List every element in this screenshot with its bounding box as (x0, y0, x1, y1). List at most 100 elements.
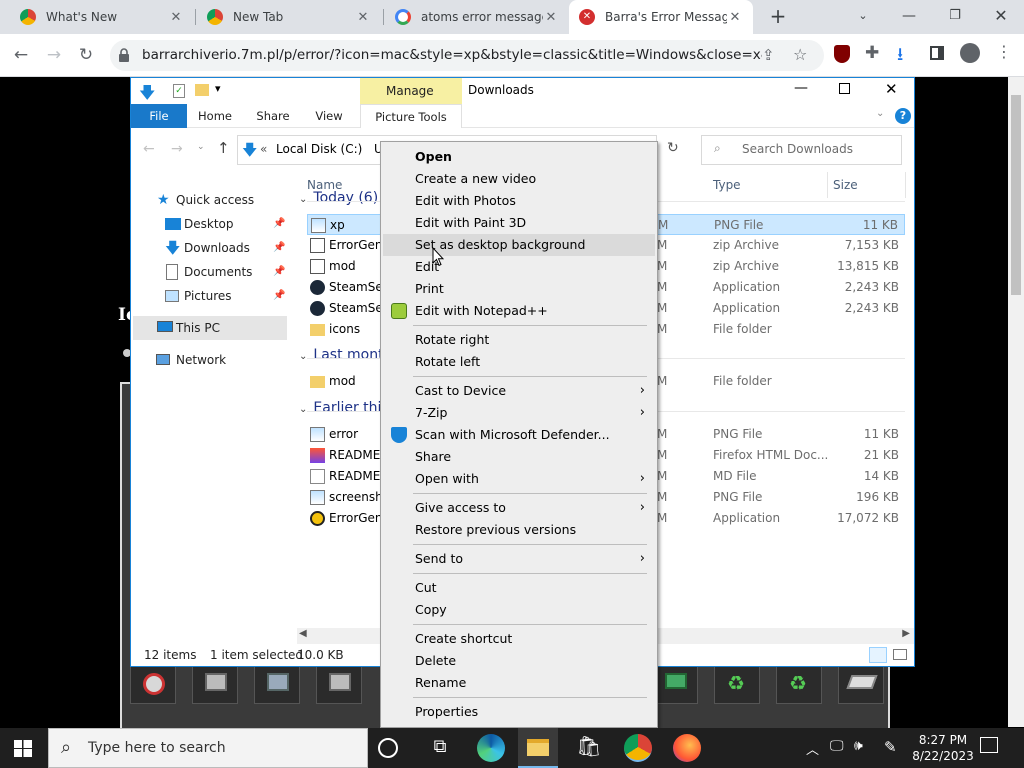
properties-icon[interactable]: ✓ (173, 84, 185, 98)
recycle-icon[interactable]: ♻ (714, 664, 760, 704)
chrome-icon[interactable] (624, 734, 652, 762)
back-button[interactable]: ← (9, 43, 33, 67)
page-scrollbar[interactable] (1008, 77, 1024, 727)
minimize-button[interactable]: — (886, 0, 932, 34)
nav-downloads[interactable]: 🡇 Downloads 📌 (131, 236, 289, 260)
taskbar-search-box[interactable]: ⌕ Type here to search (48, 728, 368, 768)
menu-item-create-shortcut[interactable]: Create shortcut (383, 628, 655, 650)
column-header-type[interactable]: Type (713, 178, 741, 192)
scroll-left-arrow-icon[interactable]: ◀ (299, 628, 307, 639)
menu-item-send-to[interactable]: Send to › (383, 548, 655, 570)
grid-icon[interactable] (838, 664, 884, 704)
grid-icon[interactable] (316, 664, 362, 704)
bookmark-star-icon[interactable]: ☆ (793, 45, 807, 64)
menu-item-create-a-new-video[interactable]: Create a new video (383, 168, 655, 190)
firefox-icon[interactable] (673, 734, 701, 762)
menu-item-rotate-right[interactable]: Rotate right (383, 329, 655, 351)
minimize-button[interactable]: — (794, 80, 808, 96)
close-tab-icon[interactable]: ✕ (727, 10, 743, 25)
pin-icon[interactable]: 📌 (273, 212, 285, 236)
menu-item-rotate-left[interactable]: Rotate left (383, 351, 655, 373)
close-button[interactable]: ✕ (885, 80, 898, 98)
menu-item-edit-with-photos[interactable]: Edit with Photos (383, 190, 655, 212)
path-segment-local-disk[interactable]: Local Disk (C:) (276, 142, 362, 156)
network-tray-icon[interactable]: 🖵 (830, 738, 844, 754)
grid-icon[interactable] (192, 664, 238, 704)
ribbon-tab-view[interactable]: View (307, 104, 351, 128)
collapse-chevron-icon[interactable]: ⌄ (299, 194, 307, 205)
menu-item-edit-with-paint-3d[interactable]: Edit with Paint 3D (383, 212, 655, 234)
pin-icon[interactable]: 📌 (273, 284, 285, 308)
menu-item-set-as-desktop-background[interactable]: Set as desktop background (383, 234, 655, 256)
help-icon[interactable]: ? (895, 108, 911, 124)
menu-item-edit-with-notepad[interactable]: Edit with Notepad++ (383, 300, 655, 322)
nav-quick-access[interactable]: ★ Quick access (131, 188, 289, 212)
path-overflow[interactable]: « (260, 142, 267, 156)
cortana-icon[interactable] (378, 738, 398, 758)
pin-icon[interactable]: 📌 (273, 236, 285, 260)
reload-button[interactable]: ↻ (74, 43, 98, 67)
clock-date[interactable]: 8/22/2023 (907, 749, 979, 763)
column-divider[interactable] (905, 172, 906, 198)
forward-button[interactable]: → (42, 43, 66, 67)
column-divider[interactable] (827, 172, 828, 198)
tab-error-message[interactable]: ✕ Barra's Error Message ✕ (569, 0, 753, 34)
address-bar[interactable]: barrarchiverio.7m.pl/p/error/?icon=mac&s… (110, 40, 824, 71)
microsoft-store-icon[interactable]: 🛍 (575, 734, 603, 762)
volume-icon[interactable]: 🕪 (854, 738, 863, 754)
expand-ribbon-icon[interactable]: ⌄ (876, 108, 884, 119)
close-tab-icon[interactable]: ✕ (543, 10, 559, 25)
scroll-right-arrow-icon[interactable]: ▶ (902, 628, 910, 639)
menu-item-delete[interactable]: Delete (383, 650, 655, 672)
new-folder-icon[interactable] (195, 84, 209, 96)
close-window-button[interactable]: ✕ (978, 0, 1024, 34)
url-text[interactable]: barrarchiverio.7m.pl/p/error/?icon=mac&s… (142, 40, 762, 71)
recent-locations-icon[interactable]: ⌄ (197, 142, 205, 152)
search-placeholder[interactable]: Search Downloads (742, 142, 853, 156)
tab-google-search[interactable]: atoms error message g ✕ (385, 0, 569, 34)
task-view-icon[interactable]: ⧉ (426, 736, 454, 764)
refresh-icon[interactable]: ↻ (667, 140, 679, 156)
menu-item-share[interactable]: Share (383, 446, 655, 468)
menu-item-copy[interactable]: Copy (383, 599, 655, 621)
show-hidden-icons-icon[interactable]: ︿ (806, 739, 819, 758)
menu-item-open-with[interactable]: Open with › (383, 468, 655, 490)
menu-item-7-zip[interactable]: 7-Zip › (383, 402, 655, 424)
back-button[interactable]: ← (143, 141, 155, 157)
menu-item-properties[interactable]: Properties (383, 701, 655, 723)
menu-item-cut[interactable]: Cut (383, 577, 655, 599)
ribbon-tab-file[interactable]: File (131, 104, 187, 128)
lock-icon[interactable] (118, 48, 130, 62)
nav-desktop[interactable]: Desktop 📌 (131, 212, 289, 236)
menu-item-scan-with-microsoft-defender[interactable]: Scan with Microsoft Defender... (383, 424, 655, 446)
pin-icon[interactable]: 📌 (273, 260, 285, 284)
customize-quick-access-icon[interactable]: ▾ (215, 82, 221, 95)
large-icons-view-icon[interactable] (893, 649, 907, 660)
close-tab-icon[interactable]: ✕ (168, 10, 184, 25)
nav-network[interactable]: Network (131, 348, 289, 372)
menu-item-print[interactable]: Print (383, 278, 655, 300)
scrollbar-thumb[interactable] (1011, 95, 1021, 295)
profile-avatar-icon[interactable] (960, 43, 980, 63)
file-explorer-icon[interactable] (518, 728, 558, 768)
share-icon[interactable]: ⇪ (762, 46, 775, 64)
grid-icon[interactable] (130, 664, 176, 704)
maximize-button[interactable] (839, 83, 850, 94)
ribbon-tab-picture-tools[interactable]: Picture Tools (360, 104, 462, 128)
side-panel-icon[interactable] (930, 46, 944, 60)
menu-item-open[interactable]: Open (383, 146, 655, 168)
tab-search-icon[interactable]: ⌄ (840, 0, 886, 34)
collapse-chevron-icon[interactable]: ⌄ (299, 351, 307, 362)
nav-pictures[interactable]: Pictures 📌 (131, 284, 289, 308)
group-header[interactable]: ⌄ Today (6) (297, 190, 378, 206)
grid-icon[interactable] (254, 664, 300, 704)
group-header[interactable]: ⌄ Last month (297, 347, 392, 363)
download-icon[interactable]: ⭳ (897, 42, 903, 72)
group-header[interactable]: ⌄ Earlier this (297, 400, 389, 416)
tab-new-tab[interactable]: New Tab ✕ (197, 0, 381, 34)
menu-item-edit[interactable]: Edit (383, 256, 655, 278)
details-view-icon[interactable] (869, 647, 887, 663)
recycle-icon[interactable]: ♻ (776, 664, 822, 704)
menu-item-rename[interactable]: Rename (383, 672, 655, 694)
clock-time[interactable]: 8:27 PM (913, 733, 973, 747)
